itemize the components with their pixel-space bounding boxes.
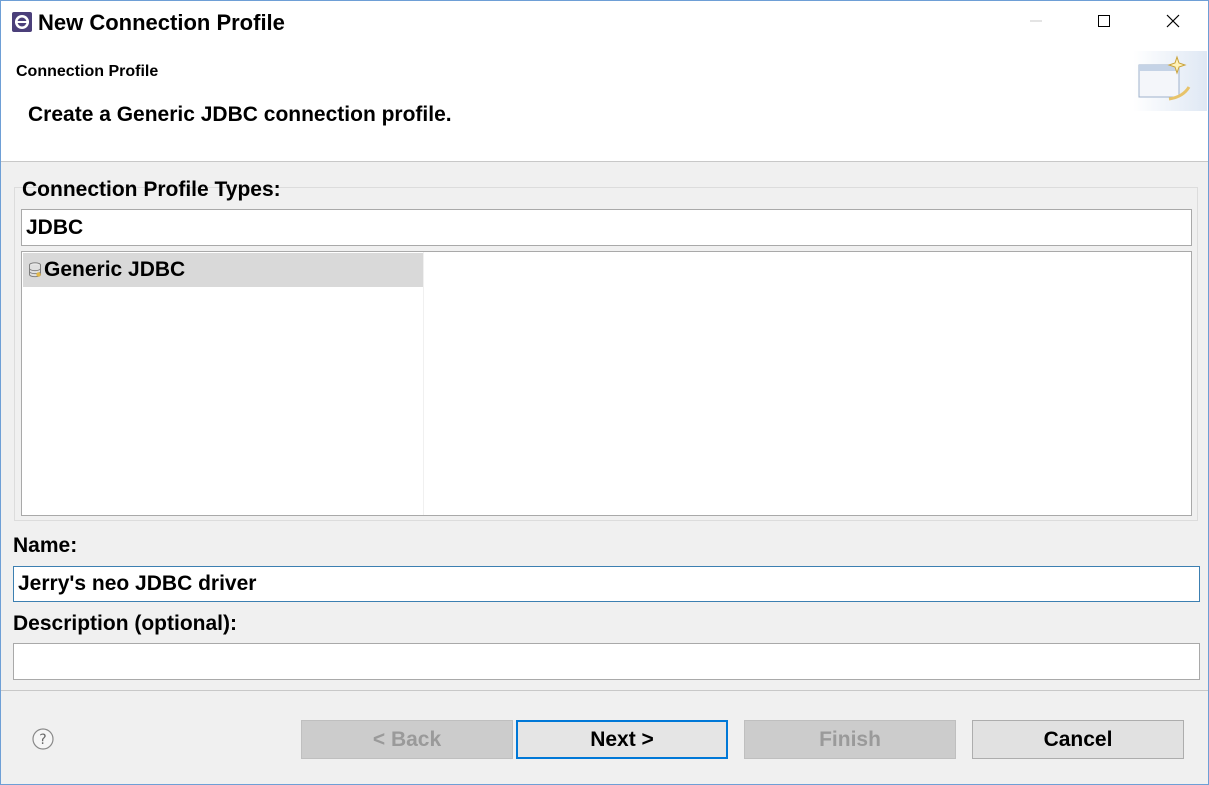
list-item-label: Generic JDBC	[44, 258, 186, 281]
wizard-banner: Connection Profile Create a Generic JDBC…	[1, 45, 1208, 162]
dialog-window: New Connection Profile Connection Profil…	[0, 0, 1209, 785]
minimize-icon	[1030, 14, 1042, 32]
maximize-button[interactable]	[1069, 1, 1139, 45]
description-input[interactable]	[13, 643, 1200, 680]
description-label: Description (optional):	[13, 612, 237, 635]
cancel-button[interactable]: Cancel	[972, 720, 1184, 759]
profile-type-filter-input[interactable]: JDBC	[21, 209, 1192, 246]
back-button[interactable]: < Back	[301, 720, 513, 759]
close-icon	[1166, 14, 1180, 33]
database-icon	[28, 262, 42, 278]
svg-text:?: ?	[39, 732, 46, 748]
profile-types-list[interactable]: Generic JDBC	[21, 251, 1192, 516]
next-button[interactable]: Next >	[516, 720, 728, 759]
finish-button[interactable]: Finish	[744, 720, 956, 759]
name-label: Name:	[13, 534, 78, 557]
help-icon[interactable]: ?	[31, 727, 55, 751]
banner-description: Create a Generic JDBC connection profile…	[28, 103, 452, 126]
close-button[interactable]	[1138, 1, 1208, 45]
list-item-generic-jdbc[interactable]: Generic JDBC	[23, 253, 423, 287]
new-connection-wizard-icon	[1133, 51, 1207, 111]
title-bar: New Connection Profile	[1, 1, 1208, 45]
name-input[interactable]: Jerry's neo JDBC driver	[13, 566, 1200, 602]
profile-types-label: Connection Profile Types:	[22, 178, 281, 201]
maximize-icon	[1098, 14, 1110, 32]
minimize-button[interactable]	[1001, 1, 1071, 45]
footer-separator	[1, 690, 1208, 691]
profile-types-list-pane: Generic JDBC	[22, 252, 424, 515]
eclipse-app-icon	[11, 11, 33, 33]
banner-title: Connection Profile	[16, 63, 159, 80]
window-title: New Connection Profile	[38, 10, 285, 35]
